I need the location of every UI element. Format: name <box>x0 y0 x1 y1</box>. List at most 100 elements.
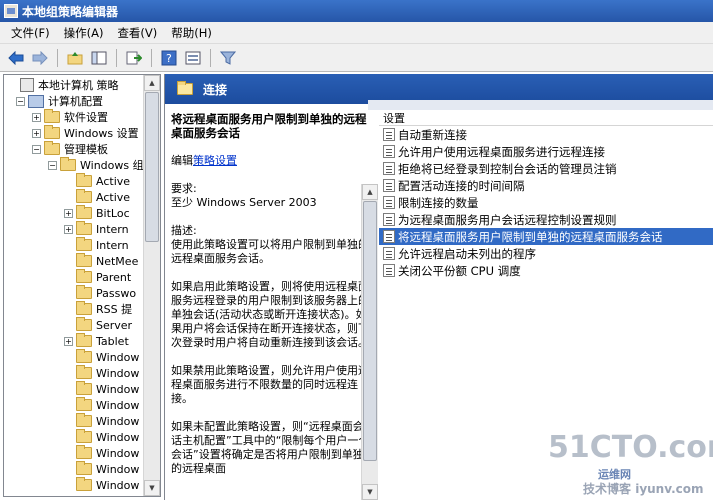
tree-node-label: Active <box>96 174 131 188</box>
tree-expander[interactable]: + <box>64 336 73 346</box>
back-button[interactable] <box>6 48 26 68</box>
up-folder-button[interactable] <box>65 48 85 68</box>
tree-node[interactable]: + Tablet <box>64 333 129 349</box>
tree-node[interactable]: RSS 提 <box>64 301 132 317</box>
tree-expander[interactable]: + <box>32 112 41 122</box>
filter-button[interactable] <box>218 48 238 68</box>
folder-icon <box>76 301 92 315</box>
list-item-label: 限制连接的数量 <box>398 195 479 210</box>
tree-node[interactable]: + BitLoc <box>64 205 130 221</box>
scroll-down-button[interactable]: ▼ <box>362 484 378 500</box>
edit-policy-link[interactable]: 策略设置 <box>193 154 237 167</box>
tree-node[interactable]: Active <box>64 173 130 189</box>
folder-icon <box>76 429 92 443</box>
list-item[interactable]: 为远程桌面服务用户会话远程控制设置规则 <box>379 211 713 228</box>
tree-scrollbar[interactable]: ▲ ▼ <box>143 75 160 496</box>
tree-node[interactable]: Window <box>64 477 139 493</box>
menu-help[interactable]: 帮助(H) <box>164 25 219 41</box>
tree-node[interactable]: Active <box>64 189 130 205</box>
list-item[interactable]: 允许用户使用远程桌面服务进行远程连接 <box>379 143 713 160</box>
tree-expander[interactable]: + <box>64 208 73 218</box>
scroll-up-button[interactable]: ▲ <box>362 184 378 200</box>
scroll-up-button[interactable]: ▲ <box>144 75 160 91</box>
menu-view[interactable]: 查看(V) <box>110 25 164 41</box>
tree-node-label: Window <box>96 398 140 412</box>
toolbar-separator <box>151 48 152 67</box>
show-tree-button[interactable] <box>89 48 109 68</box>
list-item[interactable]: 自动重新连接 <box>379 126 713 143</box>
description-scrollbar[interactable]: ▲ ▼ <box>361 184 378 500</box>
tree-node-label: NetMee <box>96 254 139 268</box>
tree-node[interactable]: Window <box>64 429 139 445</box>
tree-expander[interactable]: + <box>64 224 73 234</box>
list-item[interactable]: 将远程桌面服务用户限制到单独的远程桌面服务会话 <box>379 228 713 245</box>
tree-node[interactable]: Window <box>64 461 139 477</box>
tree-node[interactable]: − 计算机配置 <box>16 93 103 109</box>
tree-expander[interactable]: − <box>32 144 41 154</box>
tree-node[interactable]: Window <box>64 365 139 381</box>
tree-node-label: 管理模板 <box>64 143 108 156</box>
policy-icon <box>20 78 34 92</box>
back-arrow-icon <box>8 50 24 65</box>
tree-node[interactable]: + 软件设置 <box>32 109 108 125</box>
requirements: 要求: 至少 Windows Server 2003 <box>171 182 371 210</box>
watermark-site: iyunv.com <box>635 482 704 496</box>
tree-node[interactable]: Window <box>64 445 139 461</box>
list-item[interactable]: 配置活动连接的时间间隔 <box>379 177 713 194</box>
tree-node-label: Server <box>96 318 133 332</box>
tree-node[interactable]: + Intern <box>64 221 129 237</box>
folder-icon <box>76 333 92 347</box>
tree-node[interactable]: 本地计算机 策略 <box>8 77 119 93</box>
column-header-setting[interactable]: 设置 <box>379 110 713 126</box>
list-item[interactable]: 拒绝将已经登录到控制台会话的管理员注销 <box>379 160 713 177</box>
tree-node-label: Window <box>96 462 140 476</box>
tree-expander[interactable]: + <box>32 128 41 138</box>
tree-expander[interactable]: − <box>48 160 57 170</box>
tree-node[interactable]: Window <box>64 349 139 365</box>
tree-node[interactable]: + Windows 设置 <box>32 125 139 141</box>
folder-icon <box>76 445 92 459</box>
tree-node-label: 本地计算机 策略 <box>38 79 119 92</box>
policy-setting-icon <box>383 179 395 192</box>
filter-icon <box>220 51 236 65</box>
menu-file[interactable]: 文件(F) <box>4 25 57 41</box>
tree-node-label: Window <box>96 478 140 492</box>
list-item-label: 自动重新连接 <box>398 127 467 142</box>
tree-pane: 本地计算机 策略 − 计算机配置 + 软件设置 + Windows 设置 − 管理模板 − Wind… <box>3 74 161 497</box>
tree-node[interactable]: Window <box>64 397 139 413</box>
scroll-down-button[interactable]: ▼ <box>144 480 160 496</box>
forward-button[interactable] <box>30 48 50 68</box>
tree-node[interactable]: Parent <box>64 269 131 285</box>
description-label: 描述: <box>171 224 197 237</box>
tree-node[interactable]: NetMee <box>64 253 138 269</box>
properties-button[interactable] <box>183 48 203 68</box>
policy-setting-icon <box>383 145 395 158</box>
tree-node[interactable]: Intern <box>64 237 129 253</box>
scroll-thumb[interactable] <box>145 92 159 242</box>
export-icon <box>126 51 142 64</box>
tree-pane-icon <box>91 51 107 64</box>
export-button[interactable] <box>124 48 144 68</box>
tree-node-label: Windows 组 <box>80 159 144 172</box>
tree-node[interactable]: − 管理模板 <box>32 141 108 157</box>
policy-setting-icon <box>383 264 395 277</box>
tree-node[interactable]: Server <box>64 317 132 333</box>
folder-icon <box>76 269 92 283</box>
help-icon: ? <box>161 50 177 65</box>
list-item-label: 允许远程启动未列出的程序 <box>398 246 536 261</box>
tree-node-label: Window <box>96 430 140 444</box>
tree-node[interactable]: Passwo <box>64 285 136 301</box>
tree-node[interactable]: Window <box>64 381 139 397</box>
toolbar-separator <box>116 48 117 67</box>
list-item[interactable]: 限制连接的数量 <box>379 194 713 211</box>
tree-node-label: BitLoc <box>96 206 130 220</box>
menu-action[interactable]: 操作(A) <box>57 25 111 41</box>
list-item[interactable]: 关闭公平份额 CPU 调度 <box>379 262 713 279</box>
scroll-thumb[interactable] <box>363 201 377 461</box>
tree-node[interactable]: Window <box>64 413 139 429</box>
tree-expander[interactable]: − <box>16 96 25 106</box>
help-button[interactable]: ? <box>159 48 179 68</box>
list-item-label: 允许用户使用远程桌面服务进行远程连接 <box>398 144 605 159</box>
list-item[interactable]: 允许远程启动未列出的程序 <box>379 245 713 262</box>
tree-node[interactable]: − Windows 组 <box>48 157 144 173</box>
